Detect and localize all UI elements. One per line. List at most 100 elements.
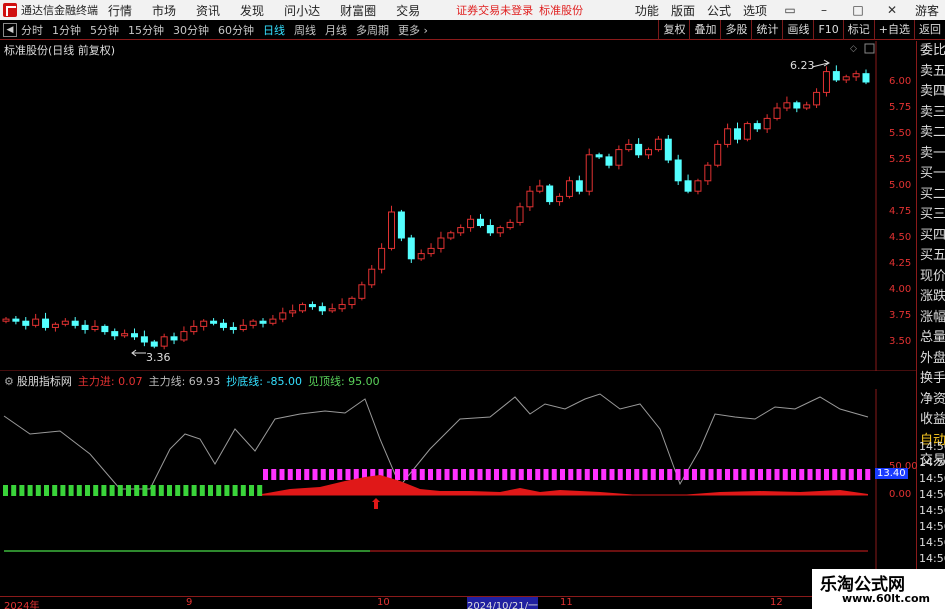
period-1min[interactable]: 1分钟 [52, 22, 81, 38]
menu-hangqing[interactable]: 行情 [108, 2, 132, 19]
period-multi[interactable]: 多周期 [356, 22, 389, 38]
green-signal-block [142, 485, 148, 496]
btn-duogu[interactable]: 多股 [720, 20, 751, 40]
period-60min[interactable]: 60分钟 [218, 22, 254, 38]
magenta-signal-block [452, 469, 458, 480]
candle-body [664, 138, 672, 161]
period-fenshi[interactable]: 分时 [21, 22, 43, 38]
restore-icon[interactable]: ▭ [779, 3, 801, 17]
diamond-icon[interactable]: ◇ [850, 44, 857, 54]
title-bar: 通达信金融终端 行情 市场 资讯 发现 问小达 财富圈 交易 证券交易未登录 标… [0, 0, 945, 20]
magenta-signal-block [419, 469, 425, 480]
menu-jiaoyi[interactable]: 交易 [396, 2, 420, 19]
green-signal-block [109, 485, 115, 496]
price-tick: 6.00 [889, 76, 912, 87]
magenta-signal-block [815, 469, 821, 480]
guest-label[interactable]: 游客 [915, 2, 939, 19]
period-monthly[interactable]: 月线 [325, 22, 347, 38]
menu-faxian[interactable]: 发现 [240, 2, 264, 19]
green-signal-block [208, 485, 213, 496]
menu-wenxiaoda[interactable]: 问小达 [284, 2, 320, 19]
candle-body [239, 324, 247, 331]
candle-body [605, 156, 613, 166]
green-signal-block [126, 485, 131, 496]
panel-sell4[interactable]: 卖四 [917, 82, 945, 103]
candle-body [61, 320, 69, 325]
panel-sell3[interactable]: 卖三 [917, 103, 945, 124]
magenta-signal-block [683, 469, 689, 480]
btn-huaxian[interactable]: 画线 [782, 20, 813, 40]
candle-body [318, 306, 326, 312]
magenta-signal-block [263, 469, 268, 480]
period-more[interactable]: 更多 › [398, 22, 428, 38]
green-signal-block [68, 485, 74, 496]
magenta-signal-block [609, 469, 615, 480]
menu-banmian[interactable]: 版面 [671, 2, 695, 19]
green-signal-block [183, 485, 189, 496]
period-30min[interactable]: 30分钟 [173, 22, 209, 38]
panel-volume[interactable]: 总量 [917, 328, 945, 349]
login-warning[interactable]: 证券交易未登录 [456, 2, 533, 18]
candle-body [654, 138, 662, 151]
candle-body [358, 284, 366, 299]
price-tick: 5.25 [889, 154, 912, 165]
period-5min[interactable]: 5分钟 [90, 22, 119, 38]
candle-body [447, 232, 455, 239]
magenta-signal-block [337, 469, 343, 480]
btn-add-watchlist[interactable]: +自选 [873, 20, 914, 40]
candle-body [279, 312, 287, 320]
candle-body [101, 325, 109, 333]
menu-gongneng[interactable]: 功能 [635, 2, 659, 19]
panel-earnings[interactable]: 收益 [917, 410, 945, 431]
btn-fanhui[interactable]: 返回 [914, 20, 945, 40]
date-cursor-label: 2024/10/21/一 [467, 597, 539, 609]
panel-buy3[interactable]: 买三 [917, 205, 945, 226]
candle-body [219, 322, 227, 328]
menu-gongshi[interactable]: 公式 [707, 2, 731, 19]
panel-sell5[interactable]: 卖五 [917, 62, 945, 83]
panel-price[interactable]: 现价 [917, 267, 945, 288]
menu-caifuquan[interactable]: 财富圈 [340, 2, 376, 19]
panel-buy5[interactable]: 买五 [917, 246, 945, 267]
magenta-signal-block [320, 469, 326, 480]
btn-tongji[interactable]: 统计 [751, 20, 782, 40]
panel-sell1[interactable]: 卖一 [917, 144, 945, 165]
panel-buy4[interactable]: 买四 [917, 226, 945, 247]
btn-biaoji[interactable]: 标记 [842, 20, 874, 40]
panel-weibi[interactable]: 委比 [917, 41, 945, 62]
btn-fuquan[interactable]: 复权 [658, 20, 689, 40]
panel-buy1[interactable]: 买一 [917, 164, 945, 185]
menu-shichang[interactable]: 市场 [152, 2, 176, 19]
magenta-signal-block [708, 469, 714, 480]
period-15min[interactable]: 15分钟 [128, 22, 164, 38]
candle-body [556, 195, 564, 203]
magenta-signal-block [766, 469, 772, 480]
panel-outer[interactable]: 外盘 [917, 349, 945, 370]
menu-zixun[interactable]: 资讯 [196, 2, 220, 19]
btn-diejia[interactable]: 叠加 [689, 20, 720, 40]
magenta-signal-block [329, 469, 334, 480]
period-daily[interactable]: 日线 [263, 22, 285, 38]
panel-change-pct[interactable]: 涨幅 [917, 308, 945, 329]
panel-turnover[interactable]: 换手 [917, 369, 945, 390]
candlestick-chart[interactable]: ◇ [0, 41, 916, 371]
indicator-name[interactable]: 股朋指标网 [17, 373, 72, 389]
panel-sell2[interactable]: 卖二 [917, 123, 945, 144]
period-weekly[interactable]: 周线 [294, 22, 316, 38]
panel-change[interactable]: 涨跌 [917, 287, 945, 308]
close-icon[interactable]: ✕ [881, 3, 903, 17]
btn-f10[interactable]: F10 [813, 20, 842, 40]
magenta-signal-block [461, 469, 466, 480]
candle-body [832, 71, 840, 81]
minimize-icon[interactable]: – [813, 3, 835, 17]
candle-body [51, 323, 59, 328]
panel-buy2[interactable]: 买二 [917, 185, 945, 206]
indicator-chart[interactable] [0, 389, 916, 573]
candle-body [2, 318, 10, 322]
panel-netasset[interactable]: 净资 [917, 390, 945, 411]
panel-toggle-icon[interactable] [864, 43, 875, 54]
menu-xuanxiang[interactable]: 选项 [743, 2, 767, 19]
gear-icon[interactable]: ⚙ [4, 375, 14, 388]
back-arrow-icon[interactable]: ◀ [3, 22, 17, 37]
maximize-icon[interactable]: □ [847, 3, 869, 17]
